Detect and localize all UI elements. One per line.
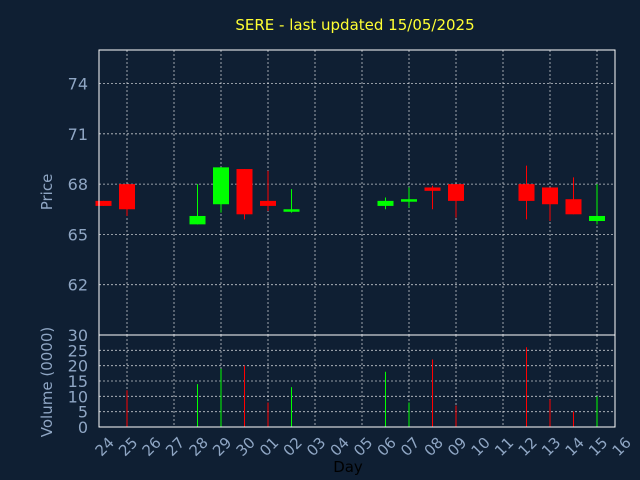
candle-body <box>95 200 112 206</box>
candle-body <box>542 187 558 205</box>
candle-body <box>424 187 441 191</box>
x-axis-label: Day <box>333 458 363 476</box>
volume-axis-label: Volume (0000) <box>38 327 56 437</box>
price-axis-label: Price <box>38 174 56 211</box>
price-tick-label: 68 <box>68 175 88 194</box>
candle-body <box>518 184 535 201</box>
candle-body <box>589 215 605 221</box>
price-tick-label: 62 <box>68 276 88 295</box>
candle-body <box>283 209 300 212</box>
candle-body <box>213 167 229 205</box>
x-tick-labels: 2425262728293001020304050607080910111213… <box>92 434 635 460</box>
candle-body <box>565 199 582 215</box>
candle-body <box>119 184 135 210</box>
candle-body <box>236 169 253 215</box>
stock-chart: SERE - last updated 15/05/2025 62 65 68 71 7… <box>0 0 640 480</box>
candle-body <box>377 200 394 206</box>
candle-body <box>260 200 276 206</box>
chart-title: SERE - last updated 15/05/2025 <box>235 16 474 34</box>
candle-body <box>401 199 417 202</box>
price-tick-label: 74 <box>68 75 88 94</box>
price-tick-label: 65 <box>68 225 88 244</box>
chart-background <box>0 0 640 480</box>
candle-body <box>448 184 464 201</box>
price-tick-label: 71 <box>68 125 88 144</box>
candle-body <box>189 215 206 225</box>
volume-tick-label: 30 <box>68 326 88 345</box>
